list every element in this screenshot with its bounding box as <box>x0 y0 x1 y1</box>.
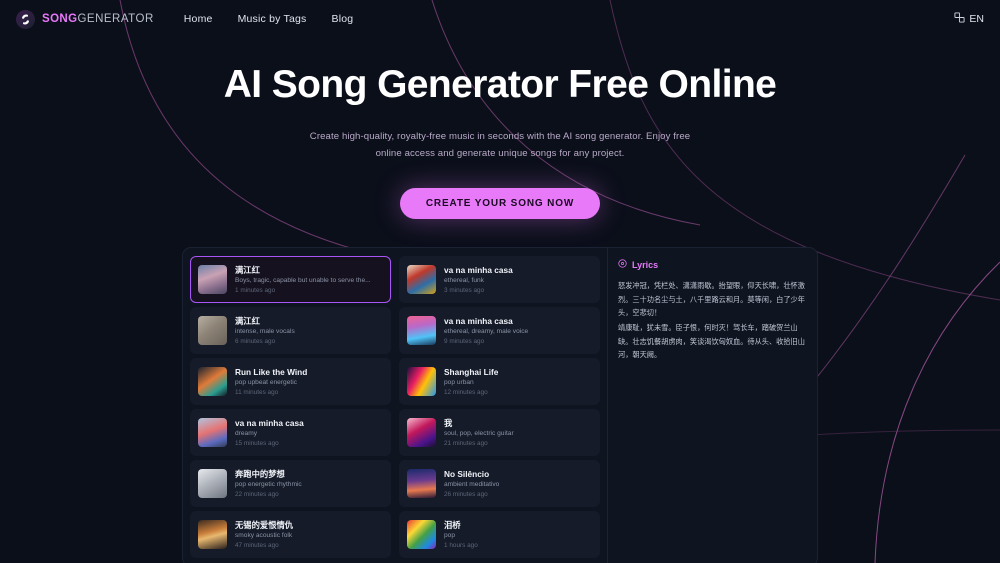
song-meta: Shanghai Life pop urban 12 minutes ago <box>444 367 592 398</box>
lyrics-paragraph: 靖康耻，犹未雪。臣子恨，何时灭！驾长车，踏破贺兰山缺。壮志饥餐胡虏肉，笑谈渴饮匈… <box>618 323 805 360</box>
lyrics-paragraph: 怒发冲冠，凭栏处、潇潇雨歇。抬望眼，仰天长啸，壮怀激烈。三十功名尘与土，八千里路… <box>618 281 805 318</box>
song-tags: pop energetic rhythmic <box>235 480 302 488</box>
song-thumbnail <box>198 469 227 499</box>
song-title: 满江红 <box>235 264 260 275</box>
song-timestamp: 22 minutes ago <box>235 490 279 498</box>
song-card[interactable]: 奔跑中的梦想 pop energetic rhythmic 22 minutes a… <box>190 460 391 508</box>
song-meta: 满江红 intense, male vocals 6 minutes ago <box>235 316 383 347</box>
language-label: EN <box>969 13 984 25</box>
page-title: AI Song Generator Free Online <box>223 63 777 106</box>
song-card[interactable]: 满江红 intense, male vocals 6 minutes ago <box>190 307 391 355</box>
song-timestamp: 11 minutes ago <box>235 388 279 396</box>
song-title: va na minha casa <box>444 264 513 275</box>
song-tags: pop <box>444 531 456 539</box>
song-thumbnail <box>407 316 436 346</box>
song-title: Shanghai Life <box>444 366 499 377</box>
song-thumbnail <box>407 520 436 550</box>
song-meta: No Silêncio ambient meditativo 26 minutes … <box>444 469 592 500</box>
song-card[interactable]: 满江红 Boys, tragic, capable but unable to s… <box>190 256 391 304</box>
nav-item-music-by-tags[interactable]: Music by Tags <box>238 13 307 25</box>
song-timestamp: 26 minutes ago <box>444 490 488 498</box>
song-title: 无锡的爱恨情仇 <box>235 519 294 530</box>
language-selector[interactable]: EN <box>954 12 984 26</box>
song-thumbnail <box>407 367 436 397</box>
song-tags: ethereal, funk <box>444 276 484 284</box>
lyrics-panel: Lyrics 怒发冲冠，凭栏处、潇潇雨歇。抬望眼，仰天长啸，壮怀激烈。三十功名尘… <box>608 248 817 563</box>
song-timestamp: 1 minutes ago <box>235 286 276 294</box>
brand-text: SONGGENERATOR <box>42 13 154 25</box>
song-timestamp: 1 hours ago <box>444 541 478 549</box>
translate-icon <box>954 12 965 26</box>
song-tags: soul, pop, electric guitar <box>444 429 514 437</box>
song-card[interactable]: 无锡的爱恨情仇 smoky acoustic folk 47 minutes ago <box>190 511 391 559</box>
create-song-button[interactable]: CREATE YOUR SONG NOW <box>399 188 601 220</box>
song-thumbnail <box>198 520 227 550</box>
song-card[interactable]: 我 soul, pop, electric guitar 21 minutes ag… <box>399 409 600 457</box>
song-title: va na minha casa <box>444 315 513 326</box>
music-disc-icon <box>618 259 627 270</box>
song-timestamp: 3 minutes ago <box>444 286 485 294</box>
song-thumbnail <box>198 265 227 295</box>
song-tags: pop upbeat energetic <box>235 378 297 386</box>
song-title: 奔跑中的梦想 <box>235 468 285 479</box>
brand-name-generator: GENERATOR <box>77 13 154 25</box>
song-tags: Boys, tragic, capable but unable to serv… <box>235 276 371 284</box>
song-timestamp: 15 minutes ago <box>235 439 279 447</box>
main-navigation: Home Music by Tags Blog <box>184 13 354 25</box>
song-timestamp: 21 minutes ago <box>444 439 488 447</box>
lyrics-text: 怒发冲冠，凭栏处、潇潇雨歇。抬望眼，仰天长啸，壮怀激烈。三十功名尘与土，八千里路… <box>618 279 807 361</box>
song-meta: 无锡的爱恨情仇 smoky acoustic folk 47 minutes ago <box>235 520 383 551</box>
song-tags: smoky acoustic folk <box>235 531 293 539</box>
song-tags: dreamy <box>235 429 257 437</box>
song-card[interactable]: va na minha casa dreamy 15 minutes ago <box>190 409 391 457</box>
song-card[interactable]: va na minha casa ethereal, dreamy, male v… <box>399 307 600 355</box>
swirl-disc-icon <box>16 9 35 29</box>
song-thumbnail <box>407 265 436 295</box>
song-meta: 泪桥 pop 1 hours ago <box>444 520 592 551</box>
nav-item-blog[interactable]: Blog <box>332 13 354 25</box>
song-meta: va na minha casa ethereal, dreamy, male v… <box>444 316 592 347</box>
song-tags: intense, male vocals <box>235 327 295 335</box>
song-thumbnail <box>407 469 436 499</box>
lyrics-header: Lyrics <box>618 259 807 270</box>
song-meta: Run Like the Wind pop upbeat energetic 11 … <box>235 367 383 398</box>
song-tags: pop urban <box>444 378 474 386</box>
song-meta: va na minha casa dreamy 15 minutes ago <box>235 418 383 449</box>
lyrics-title: Lyrics <box>632 259 659 270</box>
song-thumbnail <box>407 418 436 448</box>
song-title: 我 <box>444 417 453 428</box>
song-meta: va na minha casa ethereal, funk 3 minutes … <box>444 265 592 296</box>
song-title: No Silêncio <box>444 468 490 479</box>
brand-name-song: SONG <box>42 13 78 25</box>
song-title: Run Like the Wind <box>235 366 308 377</box>
song-tags: ambient meditativo <box>444 480 500 488</box>
song-timestamp: 9 minutes ago <box>444 337 485 345</box>
song-meta: 满江红 Boys, tragic, capable but unable to s… <box>235 265 383 296</box>
song-thumbnail <box>198 316 227 346</box>
song-timestamp: 47 minutes ago <box>235 541 279 549</box>
song-thumbnail <box>198 418 227 448</box>
hero-section: AI Song Generator Free Online Create hig… <box>0 63 1000 220</box>
song-list: 满江红 Boys, tragic, capable but unable to s… <box>183 248 608 563</box>
song-meta: 我 soul, pop, electric guitar 21 minutes ag… <box>444 418 592 449</box>
song-title: 满江红 <box>235 315 260 326</box>
song-card[interactable]: Shanghai Life pop urban 12 minutes ago <box>399 358 600 406</box>
song-timestamp: 6 minutes ago <box>235 337 276 345</box>
song-card[interactable]: 泪桥 pop 1 hours ago <box>399 511 600 559</box>
hero-subtitle: Create high-quality, royalty-free music … <box>309 130 691 159</box>
nav-item-home[interactable]: Home <box>184 13 213 25</box>
song-thumbnail <box>198 367 227 397</box>
brand-logo[interactable]: SONGGENERATOR <box>16 9 154 29</box>
song-timestamp: 12 minutes ago <box>444 388 488 396</box>
song-card[interactable]: Run Like the Wind pop upbeat energetic 11 … <box>190 358 391 406</box>
song-title: va na minha casa <box>235 417 304 428</box>
song-showcase-panel: 满江红 Boys, tragic, capable but unable to s… <box>182 247 818 563</box>
song-meta: 奔跑中的梦想 pop energetic rhythmic 22 minutes a… <box>235 469 383 500</box>
song-card[interactable]: va na minha casa ethereal, funk 3 minutes … <box>399 256 600 304</box>
song-tags: ethereal, dreamy, male voice <box>444 327 529 335</box>
site-header: SONGGENERATOR Home Music by Tags Blog EN <box>0 0 1000 38</box>
song-title: 泪桥 <box>444 519 461 530</box>
song-card[interactable]: No Silêncio ambient meditativo 26 minutes … <box>399 460 600 508</box>
